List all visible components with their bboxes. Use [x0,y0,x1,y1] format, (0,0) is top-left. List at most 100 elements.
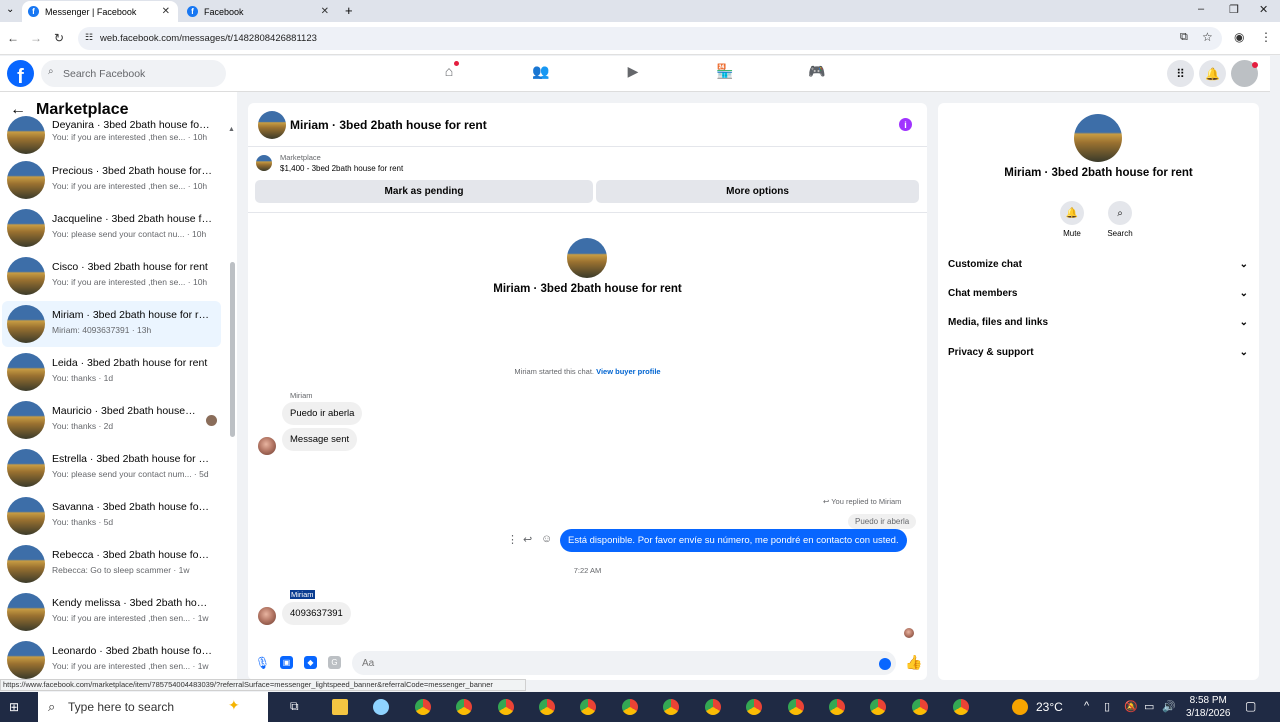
widgets-icon[interactable]: ✦ [228,697,240,714]
chrome-icon[interactable] [912,699,928,715]
listing-price-title[interactable]: $1,400 - 3bed 2bath house for rent [280,164,403,173]
chrome-icon[interactable] [663,699,679,715]
gif-icon[interactable]: G [328,656,341,669]
search-in-chat-button[interactable]: ⌕ Search [1100,201,1140,238]
listing-thumbnail[interactable] [256,155,272,171]
friends-icon[interactable]: 👥 [530,63,552,85]
url-field[interactable]: ☷ web.facebook.com/messages/t/1482808426… [78,27,1222,50]
sticker-icon[interactable]: ◆ [304,656,317,669]
reply-icon[interactable]: ↩ [523,533,532,546]
mute-button[interactable]: 🔔 Mute [1052,201,1092,238]
media-files-links-row[interactable]: Media, files and links ⌄ [948,311,1248,333]
profile-icon[interactable]: ◉ [1234,30,1244,44]
chrome-icon[interactable] [788,699,804,715]
conversation-item[interactable]: Estrella · 3bed 2bath house for rent You… [2,445,221,491]
more-options-button[interactable]: More options [596,180,919,203]
conversation-item[interactable]: Mauricio · 3bed 2bath house for rent You… [2,397,221,443]
chat-members-row[interactable]: Chat members ⌄ [948,282,1248,304]
chrome-icon[interactable] [498,699,514,715]
photo-icon[interactable]: ▣ [280,656,293,669]
conversation-item[interactable]: Deyanira · 3bed 2bath house for rent You… [2,112,221,158]
close-window-icon[interactable]: ✕ [1259,3,1268,16]
network-icon[interactable]: ▭ [1144,700,1154,713]
sender-avatar[interactable] [258,437,276,455]
message-input[interactable] [352,651,896,675]
chrome-icon[interactable] [580,699,596,715]
home-icon[interactable]: ⌂ [438,61,460,85]
conversation-item[interactable]: Rebecca · 3bed 2bath house for rent Rebe… [2,541,221,587]
forward-icon[interactable]: → [30,31,42,45]
listing-avatar [7,116,45,154]
app-icon[interactable] [373,699,389,715]
minimize-icon[interactable]: – [1198,3,1204,15]
conversation-item[interactable]: Jacqueline · 3bed 2bath house for rent Y… [2,205,221,251]
conversation-item[interactable]: Kendy melissa · 3bed 2bath house for ren… [2,589,221,635]
chrome-icon[interactable] [456,699,472,715]
tab-facebook[interactable]: f Facebook ✕ [181,1,337,22]
emoji-icon[interactable] [879,658,891,670]
bell-icon[interactable]: 🔔 [1199,60,1226,87]
close-tab-icon[interactable]: ✕ [321,6,329,17]
conversation-item-selected[interactable]: Miriam · 3bed 2bath house for rent Miria… [2,301,221,347]
react-icon[interactable]: ☺ [541,533,552,545]
conversation-item[interactable]: Savanna · 3bed 2bath house for rent You:… [2,493,221,539]
mark-as-pending-button[interactable]: Mark as pending [255,180,593,203]
search-facebook-input[interactable]: ⌕ Search Facebook [41,60,226,87]
back-icon[interactable]: ← [7,31,19,45]
info-icon[interactable]: i [899,118,912,131]
chrome-icon[interactable] [953,699,969,715]
facebook-logo[interactable]: f [7,60,34,87]
restore-icon[interactable]: ❐ [1229,3,1239,16]
chrome-icon[interactable] [622,699,638,715]
conversation-name: Kendy melissa · 3bed 2bath house for ren… [52,597,212,609]
close-tab-icon[interactable]: ✕ [162,6,170,17]
new-tab-icon[interactable]: + [345,3,353,18]
sender-avatar[interactable] [258,607,276,625]
more-actions-icon[interactable]: ⋮ [507,533,518,546]
profile-avatar[interactable] [1074,114,1122,162]
notification-center-icon[interactable]: ▢ [1245,699,1256,713]
conversation-item[interactable]: Cisco · 3bed 2bath house for rent You: i… [2,253,221,299]
tab-list-icon[interactable]: ⌄ [6,4,14,15]
file-explorer-icon[interactable] [332,699,348,715]
account-icon[interactable] [1231,60,1258,87]
chrome-icon[interactable] [539,699,555,715]
install-app-icon[interactable]: ⧉ [1180,31,1188,44]
clock[interactable]: 8:58 PM 3/18/2026 [1186,694,1231,720]
notifications-off-icon[interactable]: 🔕 [1124,700,1138,713]
bookmark-star-icon[interactable]: ☆ [1202,30,1213,44]
conversation-item[interactable]: Leida · 3bed 2bath house for rent You: t… [2,349,221,395]
sidebar-scrollbar[interactable] [230,262,235,437]
conversation-item[interactable]: Leonardo · 3bed 2bath house for rent You… [2,637,221,680]
scroll-up-icon[interactable]: ▲ [228,126,235,133]
chat-title[interactable]: Miriam · 3bed 2bath house for rent [290,118,487,132]
chrome-icon[interactable] [746,699,762,715]
menu-grid-icon[interactable]: ⠿ [1167,60,1194,87]
conversation-item[interactable]: Precious · 3bed 2bath house for rent You… [2,157,221,203]
temperature[interactable]: 23°C [1036,700,1063,714]
chat-avatar[interactable] [258,111,286,139]
marketplace-icon[interactable]: 🏪 [714,63,736,85]
volume-icon[interactable]: 🔊 [1162,700,1176,713]
browser-menu-icon[interactable]: ⋮ [1260,30,1272,44]
video-icon[interactable]: ▶ [622,63,644,85]
tab-messenger[interactable]: f Messenger | Facebook ✕ [22,1,178,22]
weather-icon[interactable] [1012,699,1028,715]
tray-app-icon[interactable]: ▯ [1104,700,1110,713]
gaming-icon[interactable]: 🎮 [806,63,828,85]
taskbar-search-box[interactable]: ⌕ Type here to search ✦ [38,692,268,722]
windows-start-icon[interactable]: ⊞ [9,700,19,714]
site-info-icon[interactable]: ☷ [85,32,93,43]
reload-icon[interactable]: ↻ [54,31,64,45]
chrome-icon[interactable] [705,699,721,715]
chrome-icon[interactable] [870,699,886,715]
microphone-icon[interactable]: 🎙 [255,656,270,670]
chrome-icon[interactable] [829,699,845,715]
customize-chat-row[interactable]: Customize chat ⌄ [948,253,1248,275]
like-thumb-icon[interactable]: 👍 [905,654,922,671]
chrome-icon[interactable] [415,699,431,715]
task-view-icon[interactable]: ⧉ [290,699,299,714]
tray-chevron-icon[interactable]: ^ [1084,700,1089,712]
privacy-support-row[interactable]: Privacy & support ⌄ [948,341,1248,363]
view-buyer-profile-link[interactable]: View buyer profile [596,367,660,376]
